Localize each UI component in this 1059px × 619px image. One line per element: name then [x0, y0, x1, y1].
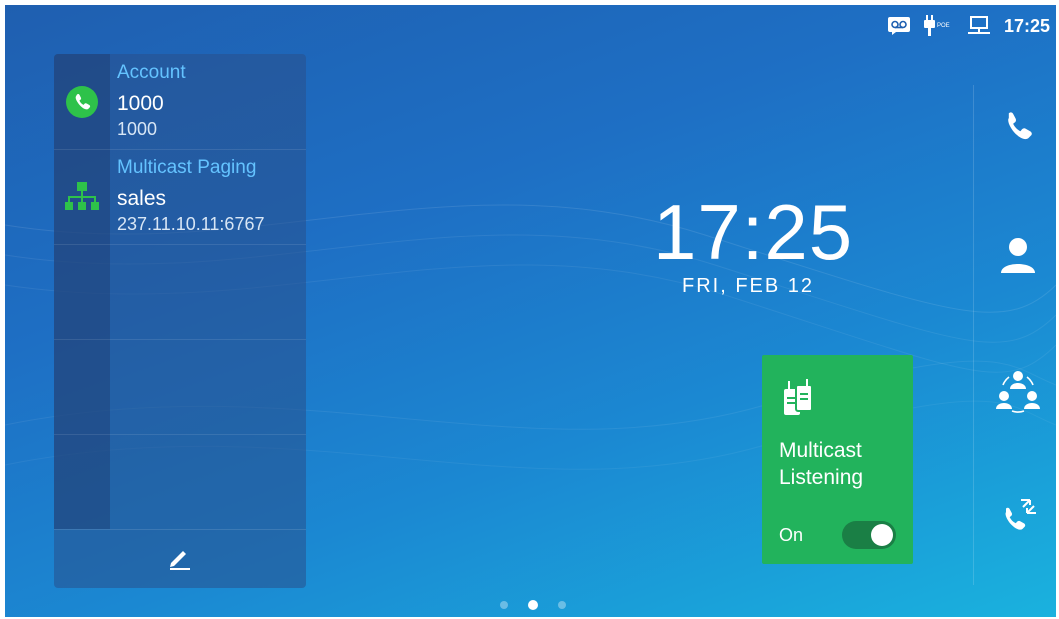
voicemail-icon[interactable] [887, 17, 910, 35]
empty-slot [54, 339, 306, 435]
status-bar: POE 17:25 [887, 13, 1050, 39]
account-name: 1000 [117, 92, 164, 115]
phone-icon [62, 84, 102, 120]
status-time: 17:25 [1003, 15, 1050, 36]
empty-slot [54, 244, 306, 340]
account-slot-1000[interactable]: Account 1000 1000 [54, 54, 306, 150]
page-indicator [500, 600, 566, 610]
page-dot[interactable] [500, 601, 508, 609]
paging-group-name: sales [117, 187, 167, 210]
paging-title: Multicast Paging [117, 157, 257, 178]
multicast-toggle[interactable] [842, 521, 896, 549]
phone-button[interactable] [994, 105, 1042, 153]
contacts-button[interactable] [994, 233, 1042, 281]
network-tree-icon [62, 179, 102, 215]
edit-button[interactable] [54, 529, 306, 588]
phone-icon [997, 106, 1039, 153]
call-history-icon [997, 496, 1039, 543]
paging-address: 237.11.10.11:6767 [117, 214, 265, 234]
call-history-button[interactable] [994, 495, 1042, 543]
svg-text:POE: POE [937, 23, 950, 29]
account-number: 1000 [117, 119, 158, 139]
conference-button[interactable] [994, 368, 1042, 416]
pencil-icon [167, 544, 193, 575]
multicast-paging-slot[interactable]: Multicast Paging sales 237.11.10.11:6767 [54, 149, 306, 245]
walkie-talkie-icon [782, 379, 816, 424]
account-title: Account [117, 62, 186, 83]
poe-plug-icon: POE [923, 15, 954, 36]
accounts-widget: Account 1000 1000 Multicast Paging sales… [54, 54, 306, 588]
clock-date: FRI, FEB 12 [682, 275, 815, 297]
multicast-listening-widget[interactable]: Multicast Listening On [762, 355, 913, 564]
page-dot-active[interactable] [528, 600, 538, 610]
toggle-state-label: On [779, 525, 804, 545]
conference-icon [995, 367, 1041, 418]
contacts-icon [998, 235, 1038, 280]
page-dot[interactable] [558, 601, 566, 609]
widget-title: Multicast Listening [779, 439, 864, 489]
empty-slot [54, 434, 306, 529]
app-dock [973, 85, 1056, 585]
toggle-knob [871, 524, 893, 546]
clock-time: 17:25 [653, 188, 854, 276]
network-icon [967, 16, 990, 35]
home-screen: POE 17:25 Account 1000 1000 Multicast Pa… [5, 5, 1056, 617]
